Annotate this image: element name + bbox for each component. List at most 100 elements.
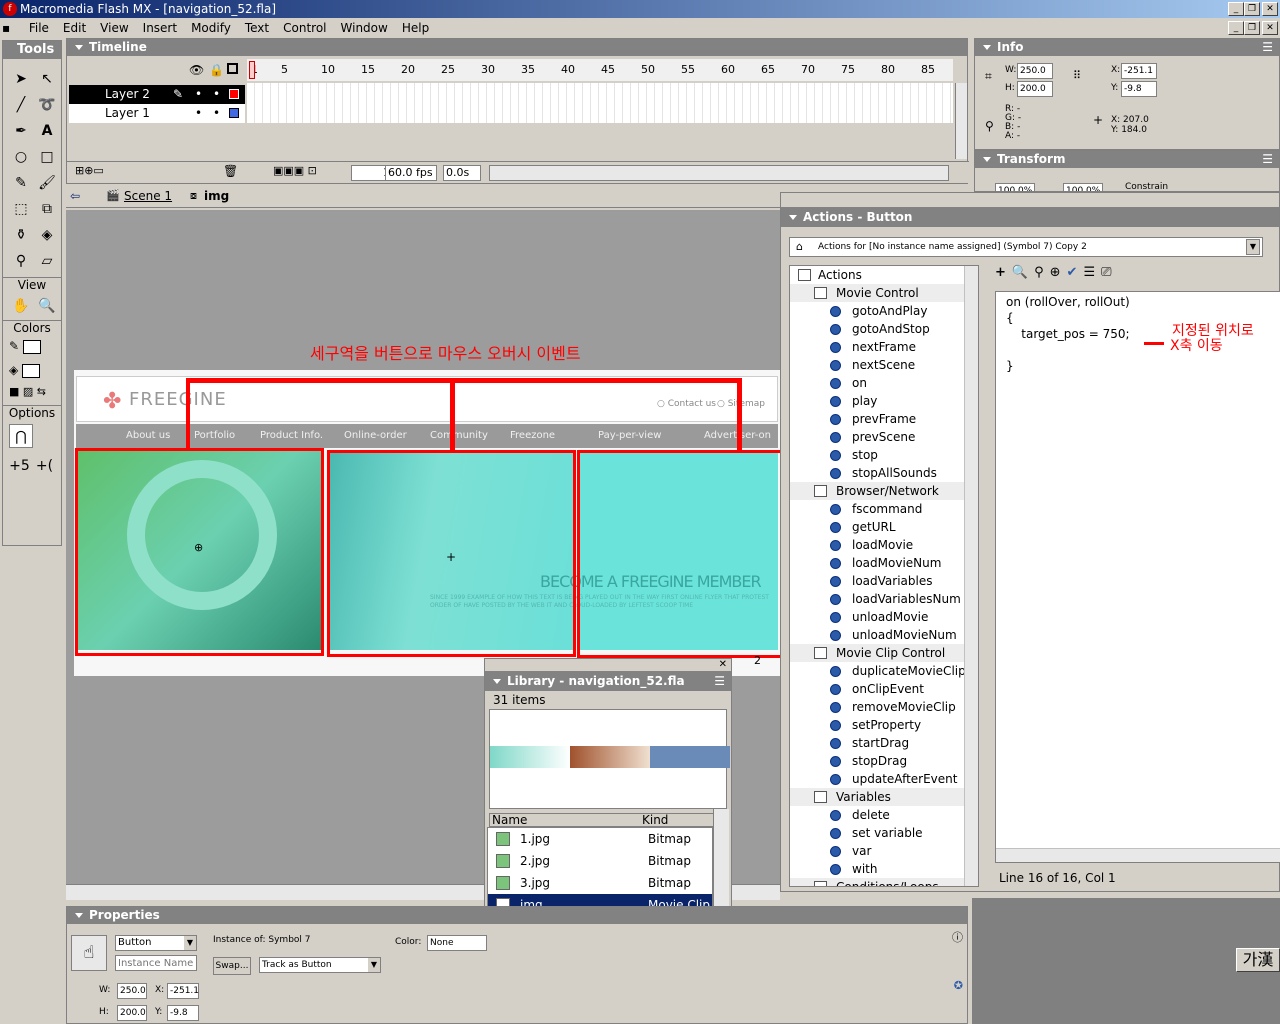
doc-restore-button[interactable]: ❐ bbox=[1244, 21, 1260, 35]
symbol-crumb[interactable]: img bbox=[204, 189, 229, 203]
toolbox-action-item[interactable]: nextFrame bbox=[790, 338, 978, 356]
info-x-field[interactable]: -251.1 bbox=[1121, 63, 1157, 79]
info-h-field[interactable]: 200.0 bbox=[1017, 81, 1053, 97]
menu-text[interactable]: Text bbox=[238, 18, 276, 38]
line-tool-icon[interactable]: ╱ bbox=[9, 93, 33, 117]
toolbox-action-item[interactable]: getURL bbox=[790, 518, 978, 536]
library-row[interactable]: 1.jpg Bitmap bbox=[488, 828, 712, 850]
add-action-icon[interactable]: + bbox=[995, 265, 1012, 280]
info-y-field[interactable]: -9.8 bbox=[1121, 81, 1157, 97]
toolbox-action-item[interactable]: prevFrame bbox=[790, 410, 978, 428]
menu-view[interactable]: View bbox=[93, 18, 135, 38]
library-close-icon[interactable]: ✕ bbox=[719, 659, 727, 670]
frame-ruler[interactable]: 1510152025303540455055606570758085 bbox=[247, 59, 953, 81]
nav-portfolio[interactable]: Portfolio bbox=[194, 424, 235, 448]
delete-layer-icon[interactable]: 🗑 bbox=[223, 164, 238, 178]
toolbox-action-item[interactable]: nextScene bbox=[790, 356, 978, 374]
doc-minimize-button[interactable]: _ bbox=[1228, 21, 1244, 35]
toolbox-action-item[interactable]: loadMovieNum bbox=[790, 554, 978, 572]
fill-color-swatch[interactable]: ◈ bbox=[9, 363, 55, 385]
toolbox-action-item[interactable]: setProperty bbox=[790, 716, 978, 734]
constrain-label[interactable]: Constrain bbox=[1125, 182, 1168, 192]
transform-header[interactable]: Transform ☰ bbox=[975, 151, 1279, 168]
nav-product[interactable]: Product Info. bbox=[260, 424, 323, 448]
add-layer-icon[interactable]: ⊞⊕▭ bbox=[75, 164, 104, 177]
help-icon[interactable]: ⓘ bbox=[952, 929, 963, 945]
track-as-select[interactable]: Track as Button ▼ bbox=[259, 957, 381, 973]
library-header[interactable]: Library - navigation_52.fla ☰ bbox=[485, 671, 731, 691]
toolbox-action-item[interactable]: removeMovieClip bbox=[790, 698, 978, 716]
prop-y-field[interactable]: -9.8 bbox=[167, 1005, 199, 1021]
brush-tool-icon[interactable]: 🖌 bbox=[35, 171, 59, 195]
timeline-vscroll[interactable] bbox=[955, 83, 967, 159]
doc-close-button[interactable]: ✕ bbox=[1262, 21, 1278, 35]
ime-indicator[interactable]: 가漢 bbox=[1236, 948, 1280, 972]
toolbox-action-item[interactable]: stopDrag bbox=[790, 752, 978, 770]
toolbox-category[interactable]: Variables bbox=[790, 788, 978, 806]
menu-file[interactable]: File bbox=[22, 18, 56, 38]
toolbox-action-item[interactable]: set variable bbox=[790, 824, 978, 842]
panel-menu-icon[interactable]: ☰ bbox=[1262, 39, 1273, 56]
text-tool-icon[interactable]: A bbox=[35, 119, 59, 143]
restore-button[interactable]: ❐ bbox=[1244, 2, 1260, 16]
col-name[interactable]: Name bbox=[492, 814, 527, 826]
timeline-header[interactable]: Timeline bbox=[67, 39, 967, 56]
prop-x-field[interactable]: -251.1 bbox=[167, 983, 199, 999]
menu-window[interactable]: Window bbox=[334, 18, 395, 38]
transform-w-field[interactable]: 100.0% bbox=[995, 183, 1035, 192]
script-hscroll[interactable] bbox=[996, 848, 1280, 862]
symbol-type-select[interactable]: Button ▼ bbox=[115, 935, 197, 951]
frame-grid[interactable] bbox=[247, 83, 953, 123]
toolbox-scrollbar[interactable] bbox=[964, 266, 978, 886]
fill-transform-tool-icon[interactable]: ⧉ bbox=[35, 197, 59, 221]
toolbox-category[interactable]: Browser/Network bbox=[790, 482, 978, 500]
toolbox-action-item[interactable]: unloadMovieNum bbox=[790, 626, 978, 644]
actions-header[interactable]: Actions - Button bbox=[781, 207, 1279, 227]
paint-bucket-tool-icon[interactable]: ◈ bbox=[35, 223, 59, 247]
info-header[interactable]: Info ☰ bbox=[975, 39, 1279, 56]
check-syntax-icon[interactable]: ✔ bbox=[1067, 265, 1084, 280]
pencil-tool-icon[interactable]: ✎ bbox=[9, 171, 33, 195]
panel-menu-icon[interactable]: ☰ bbox=[714, 671, 725, 691]
instance-name-input[interactable] bbox=[115, 955, 197, 971]
layer-row-1[interactable]: Layer 1 • • bbox=[69, 104, 245, 123]
toolbox-action-item[interactable]: unloadMovie bbox=[790, 608, 978, 626]
script-pane[interactable]: on (rollOver, rollOut){ target_pos = 750… bbox=[995, 291, 1280, 863]
menu-control[interactable]: Control bbox=[276, 18, 333, 38]
color-effect-select[interactable]: None bbox=[427, 935, 487, 951]
lasso-tool-icon[interactable]: ➰ bbox=[35, 93, 59, 117]
toolbox-action-item[interactable]: startDrag bbox=[790, 734, 978, 752]
eraser-tool-icon[interactable]: ▱ bbox=[35, 249, 59, 273]
toolbox-action-item[interactable]: on bbox=[790, 374, 978, 392]
replace-icon[interactable]: ⚲ bbox=[1034, 265, 1050, 280]
library-row[interactable]: 3.jpg Bitmap bbox=[488, 872, 712, 894]
hand-tool-icon[interactable]: ✋ bbox=[9, 294, 33, 318]
toolbox-action-item[interactable]: updateAfterEvent bbox=[790, 770, 978, 788]
close-button[interactable]: ✕ bbox=[1262, 2, 1278, 16]
toolbox-action-item[interactable]: fscommand bbox=[790, 500, 978, 518]
toolbox-category[interactable]: Conditions/Loops bbox=[790, 878, 978, 886]
prop-w-field[interactable]: 250.0 bbox=[117, 983, 147, 999]
outline-icon[interactable] bbox=[227, 63, 238, 74]
library-row[interactable]: 2.jpg Bitmap bbox=[488, 850, 712, 872]
free-transform-tool-icon[interactable]: ⬚ bbox=[9, 197, 33, 221]
toolbox-action-item[interactable]: var bbox=[790, 842, 978, 860]
accessibility-icon[interactable]: ✪ bbox=[954, 979, 963, 992]
lock-icon[interactable]: 🔒 bbox=[209, 63, 224, 77]
nav-pay-per-view[interactable]: Pay-per-view bbox=[598, 424, 661, 448]
eyedropper-tool-icon[interactable]: ⚲ bbox=[9, 249, 33, 273]
toolbox-action-item[interactable]: loadVariables bbox=[790, 572, 978, 590]
back-arrow-icon[interactable]: ⇦ bbox=[70, 189, 80, 203]
toolbox-action-item[interactable]: onClipEvent bbox=[790, 680, 978, 698]
pen-tool-icon[interactable]: ✒ bbox=[9, 119, 33, 143]
magnet-snap-icon[interactable]: ⋂ bbox=[9, 424, 33, 448]
smooth-icon[interactable]: +5 bbox=[9, 454, 30, 478]
toolbox-action-item[interactable]: delete bbox=[790, 806, 978, 824]
menu-help[interactable]: Help bbox=[395, 18, 436, 38]
nav-community[interactable]: Community bbox=[430, 424, 488, 448]
menu-modify[interactable]: Modify bbox=[184, 18, 238, 38]
color-swap-icons[interactable]: ■ ▨ ⇆ bbox=[9, 385, 55, 403]
swap-button[interactable]: Swap... bbox=[213, 957, 251, 975]
code-hint-icon[interactable]: ⎚ bbox=[1101, 265, 1117, 280]
target-path-icon[interactable]: ⊕ bbox=[1050, 265, 1067, 280]
